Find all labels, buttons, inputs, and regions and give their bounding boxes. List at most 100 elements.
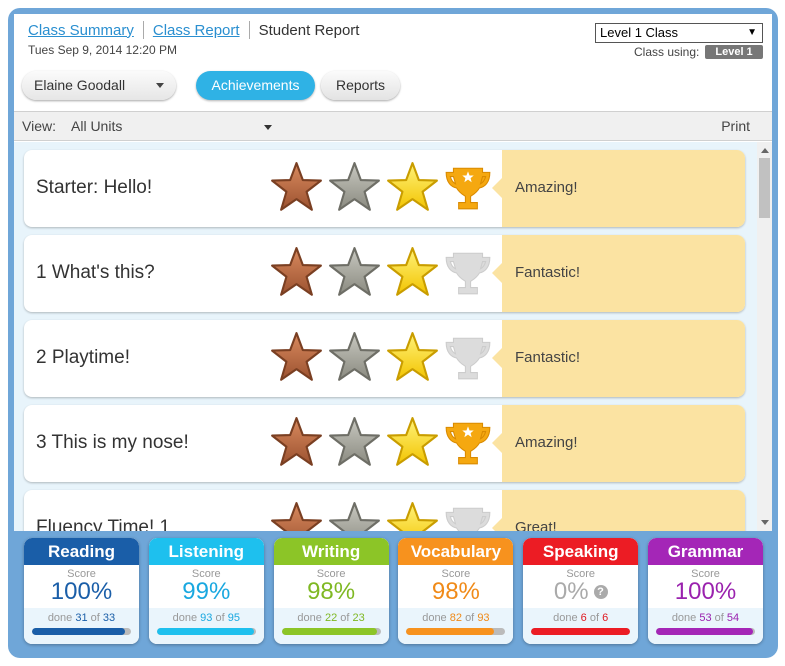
skill-name: Speaking xyxy=(523,538,639,565)
bronze-star-icon xyxy=(270,161,323,219)
of-label: of xyxy=(714,612,724,624)
score-value: 0%? xyxy=(523,578,638,606)
class-select-value: Level 1 Class xyxy=(600,25,679,40)
breadcrumb-divider xyxy=(248,21,250,39)
total-value: 33 xyxy=(102,612,116,624)
unit-list[interactable]: Starter: Hello! Amazing! 1 What's this? Fan… xyxy=(14,142,757,531)
gold-star-icon xyxy=(386,331,439,389)
tab-reports[interactable]: Reports xyxy=(321,71,400,100)
gold-star-icon xyxy=(386,246,439,304)
scrollbar-thumb[interactable] xyxy=(759,158,770,218)
skill-name: Listening xyxy=(148,538,264,565)
trophy-icon xyxy=(442,247,494,299)
unit-title: 3 This is my nose! xyxy=(36,432,189,453)
skill-card-listening[interactable]: Listening Score 99% done 93 of 95 xyxy=(148,538,264,644)
breadcrumb: Class Summary Class Report Student Repor… xyxy=(28,21,359,39)
student-dropdown[interactable]: Elaine Goodall xyxy=(22,71,176,100)
score-value: 98% xyxy=(398,578,513,606)
unit-row[interactable]: 3 This is my nose! Amazing! xyxy=(24,405,745,482)
progress-fill xyxy=(156,628,254,635)
achievement-message: Amazing! xyxy=(492,150,745,227)
star-rating xyxy=(270,161,439,219)
unit-row[interactable]: Starter: Hello! Amazing! xyxy=(24,150,745,227)
progress-fill xyxy=(406,628,494,635)
score-percent: 100% xyxy=(674,578,737,605)
gold-star-icon xyxy=(386,501,439,531)
class-summary-link[interactable]: Class Summary xyxy=(28,22,134,39)
score-value: 100% xyxy=(648,578,763,606)
score-percent: 0% xyxy=(553,578,589,605)
done-label: done xyxy=(172,612,198,624)
skill-name: Vocabulary xyxy=(398,538,514,565)
star-rating xyxy=(270,416,439,474)
scroll-up-arrow-icon[interactable] xyxy=(761,148,769,153)
unit-title: 1 What's this? xyxy=(36,262,155,283)
class-using-label: Class using: xyxy=(634,45,700,59)
progress-bar xyxy=(531,628,631,635)
skill-card-writing[interactable]: Writing Score 98% done 22 of 23 xyxy=(273,538,389,644)
bronze-star-icon xyxy=(270,416,323,474)
unit-row[interactable]: 1 What's this? Fantastic! xyxy=(24,235,745,312)
tab-achievements[interactable]: Achievements xyxy=(196,71,315,100)
silver-star-icon xyxy=(328,331,381,389)
progress-bar xyxy=(281,628,381,635)
unit-title: Starter: Hello! xyxy=(36,177,153,198)
class-report-link[interactable]: Class Report xyxy=(153,22,240,39)
class-level-badge: Level 1 xyxy=(705,45,763,59)
gold-star-icon xyxy=(386,161,439,219)
unit-row[interactable]: Fluency Time! 1 Great! xyxy=(24,490,745,531)
dropdown-arrow-icon: ▼ xyxy=(747,27,757,38)
progress-fill xyxy=(531,628,631,635)
achievement-message: Amazing! xyxy=(492,405,745,482)
done-value: 22 xyxy=(324,612,338,624)
star-rating xyxy=(270,246,439,304)
silver-star-icon xyxy=(328,416,381,474)
skill-card-grammar[interactable]: Grammar Score 100% done 53 of 54 xyxy=(648,538,763,644)
score-value: 100% xyxy=(24,578,139,606)
skill-card-speaking[interactable]: Speaking Score 0%? done 6 of 6 xyxy=(523,538,639,644)
trophy-icon xyxy=(442,332,494,384)
skill-name: Grammar xyxy=(648,538,763,565)
help-icon[interactable]: ? xyxy=(593,585,608,599)
student-report-label: Student Report xyxy=(258,21,360,39)
unit-title: Fluency Time! 1 xyxy=(36,517,171,531)
skill-name: Writing xyxy=(273,538,389,565)
unit-title: 2 Playtime! xyxy=(36,347,130,368)
skill-card-vocabulary[interactable]: Vocabulary Score 98% done 82 of 93 xyxy=(398,538,514,644)
bronze-star-icon xyxy=(270,331,323,389)
done-count: done 22 of 23 xyxy=(273,608,389,644)
print-button[interactable]: Print xyxy=(721,118,750,134)
score-value: 99% xyxy=(149,578,264,606)
skill-name: Reading xyxy=(24,538,139,565)
done-value: 82 xyxy=(449,612,462,624)
score-percent: 98% xyxy=(307,578,356,605)
class-select[interactable]: Level 1 Class ▼ xyxy=(595,23,763,43)
star-rating xyxy=(270,331,439,389)
scroll-down-arrow-icon[interactable] xyxy=(761,520,769,525)
total-value: 54 xyxy=(726,612,740,624)
total-value: 95 xyxy=(227,612,240,624)
gold-star-icon xyxy=(386,416,439,474)
scrollbar[interactable] xyxy=(757,142,772,531)
view-select[interactable]: All Units xyxy=(71,118,122,134)
skill-card-reading[interactable]: Reading Score 100% done 31 of 33 xyxy=(24,538,139,644)
progress-bar xyxy=(406,628,506,635)
score-value: 98% xyxy=(274,578,389,606)
total-value: 6 xyxy=(602,612,609,624)
score-percent: 98% xyxy=(431,578,480,605)
done-label: done xyxy=(671,612,697,624)
unit-row[interactable]: 2 Playtime! Fantastic! xyxy=(24,320,745,397)
silver-star-icon xyxy=(328,161,381,219)
silver-star-icon xyxy=(328,501,381,531)
progress-bar xyxy=(156,628,256,635)
progress-fill xyxy=(656,628,754,635)
achievement-message: Fantastic! xyxy=(492,235,745,312)
report-date: Tues Sep 9, 2014 12:20 PM xyxy=(28,43,177,57)
chevron-down-icon[interactable] xyxy=(264,125,272,130)
trophy-icon xyxy=(442,502,494,531)
view-label: View: xyxy=(22,118,56,134)
bronze-star-icon xyxy=(270,501,323,531)
done-value: 6 xyxy=(580,612,587,624)
of-label: of xyxy=(215,612,225,624)
score-percent: 100% xyxy=(50,578,113,605)
